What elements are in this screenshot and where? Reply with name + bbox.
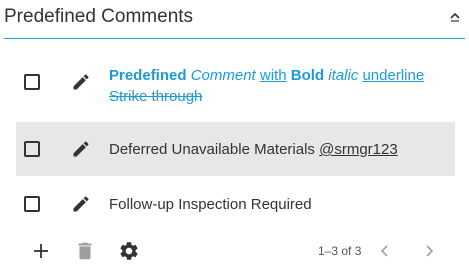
footer-toolbar: 1–3 of 3 — [0, 236, 469, 266]
text-underline-underline: underline — [362, 67, 425, 84]
text-italic-italic: italic — [328, 67, 359, 84]
comment-row-selected[interactable]: Deferred Unavailable Materials @srmgr123 — [16, 122, 455, 176]
text-underline-with: with — [259, 67, 287, 84]
comment-line-2: Strike through — [109, 86, 424, 107]
pencil-icon[interactable] — [71, 194, 91, 214]
comment-row[interactable]: Follow-up Inspection Required — [16, 186, 455, 224]
pagination-label: 1–3 of 3 — [318, 244, 362, 258]
comment-plain-text: Deferred Unavailable Materials — [109, 141, 320, 158]
plus-icon[interactable] — [30, 240, 52, 262]
text-strikethrough: Strike through — [109, 88, 203, 105]
text-bold-bold: Bold — [290, 67, 325, 84]
text-italic-comment: Comment — [190, 67, 256, 84]
comment-row[interactable]: Predefined Comment with Bold italic unde… — [16, 56, 455, 108]
predefined-comments-panel: Predefined Comments Predefined Comment w… — [0, 0, 469, 276]
chevron-up-icon[interactable] — [447, 8, 463, 24]
comment-text: Deferred Unavailable Materials @srmgr123 — [109, 139, 398, 160]
user-mention[interactable]: @srmgr123 — [319, 141, 398, 158]
pencil-icon[interactable] — [71, 72, 91, 92]
pencil-icon[interactable] — [71, 139, 91, 159]
gear-icon[interactable] — [118, 240, 140, 262]
trash-icon[interactable] — [74, 240, 96, 262]
panel-header: Predefined Comments — [4, 0, 465, 39]
chevron-right-icon[interactable] — [418, 240, 440, 262]
row-checkbox[interactable] — [24, 141, 40, 157]
text-bold-predefined: Predefined — [109, 67, 187, 84]
row-checkbox[interactable] — [24, 196, 40, 212]
panel-title: Predefined Comments — [4, 6, 194, 27]
row-checkbox[interactable] — [24, 74, 40, 90]
chevron-left-icon[interactable] — [374, 240, 396, 262]
comment-text: Follow-up Inspection Required — [109, 196, 312, 213]
comment-line-1: Predefined Comment with Bold italic unde… — [109, 65, 424, 86]
comment-text: Predefined Comment with Bold italic unde… — [109, 65, 424, 107]
